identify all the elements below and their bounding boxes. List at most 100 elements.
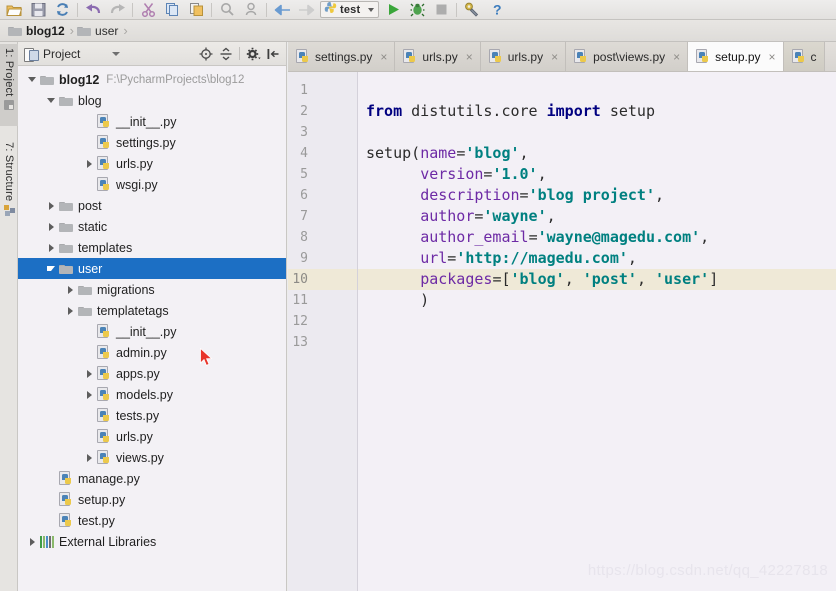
chevron-right-icon[interactable] [43, 222, 59, 231]
chevron-right-icon[interactable] [81, 159, 97, 168]
tool-window-label: 7: Structure [3, 142, 15, 202]
close-icon[interactable]: × [466, 50, 473, 64]
chevron-right-icon[interactable] [81, 369, 97, 378]
debug-button[interactable] [405, 0, 429, 19]
code-line[interactable]: description='blog project', [358, 185, 836, 206]
chevron-right-icon[interactable] [81, 453, 97, 462]
run-button[interactable] [381, 0, 405, 19]
tree-item[interactable]: models.py [18, 384, 286, 405]
code-content[interactable]: from distutils.core import setup setup(n… [358, 72, 836, 591]
gear-icon[interactable] [244, 45, 262, 63]
paste-icon[interactable] [184, 0, 208, 19]
tree-item[interactable]: urls.py [18, 426, 286, 447]
tree-item[interactable]: user [18, 258, 286, 279]
chevron-down-icon[interactable] [24, 77, 40, 82]
locate-target-icon[interactable] [197, 45, 215, 63]
code-line[interactable]: packages=['blog', 'post', 'user'] [358, 269, 836, 290]
tree-item[interactable]: __init__.py [18, 111, 286, 132]
code-line[interactable]: author_email='wayne@magedu.com', [358, 227, 836, 248]
tree-item[interactable]: manage.py [18, 468, 286, 489]
tool-window-button-project[interactable]: 1: Project [0, 44, 18, 126]
tree-item[interactable]: settings.py [18, 132, 286, 153]
python-file-icon [97, 345, 111, 360]
tree-item[interactable]: setup.py [18, 489, 286, 510]
tree-item[interactable]: templatetags [18, 300, 286, 321]
folder-icon [8, 25, 22, 36]
editor-tab[interactable]: post\views.py × [566, 42, 689, 71]
tree-item[interactable]: urls.py [18, 153, 286, 174]
editor-tab[interactable]: setup.py × [688, 42, 784, 71]
copy-icon[interactable] [160, 0, 184, 19]
tree-item[interactable]: tests.py [18, 405, 286, 426]
editor-tab-bar[interactable]: settings.py × urls.py × urls.py × post\views.p… [288, 42, 836, 72]
chevron-right-icon[interactable] [62, 285, 78, 294]
close-icon[interactable]: × [551, 50, 558, 64]
tree-item[interactable]: admin.py [18, 342, 286, 363]
code-line[interactable]: from distutils.core import setup [358, 101, 836, 122]
save-icon[interactable] [26, 0, 50, 19]
python-file-icon [791, 49, 806, 64]
code-line[interactable] [358, 122, 836, 143]
tree-item[interactable]: post [18, 195, 286, 216]
chevron-right-icon[interactable] [62, 306, 78, 315]
line-number: 7 [300, 209, 308, 224]
tree-item[interactable]: templates [18, 237, 286, 258]
tree-item[interactable]: External Libraries [18, 531, 286, 552]
editor-tab[interactable]: urls.py × [480, 42, 567, 71]
python-file-icon [97, 114, 111, 129]
chevron-right-icon[interactable] [81, 390, 97, 399]
code-line[interactable]: url='http://magedu.com', [358, 248, 836, 269]
find-usages-icon[interactable] [239, 0, 263, 19]
breadcrumb-item-user[interactable]: user [77, 20, 118, 42]
redo-icon[interactable] [105, 0, 129, 19]
close-icon[interactable]: × [673, 50, 680, 64]
tree-item[interactable]: wsgi.py [18, 174, 286, 195]
close-icon[interactable]: × [380, 50, 387, 64]
tree-item[interactable]: apps.py [18, 363, 286, 384]
tree-item[interactable]: migrations [18, 279, 286, 300]
chevron-down-icon[interactable] [43, 266, 59, 271]
chevron-right-icon[interactable] [24, 537, 40, 546]
code-line[interactable]: setup(name='blog', [358, 143, 836, 164]
editor-tab[interactable]: settings.py × [288, 42, 396, 71]
close-icon[interactable]: × [769, 50, 776, 64]
tree-item[interactable]: test.py [18, 510, 286, 531]
settings-wrench-icon[interactable] [460, 0, 484, 19]
code-line[interactable] [358, 311, 836, 332]
code-line[interactable]: ) [358, 290, 836, 311]
forward-icon[interactable] [294, 0, 318, 19]
code-line[interactable] [358, 80, 836, 101]
cut-icon[interactable] [136, 0, 160, 19]
open-folder-icon[interactable] [2, 0, 26, 19]
project-file-tree[interactable]: blog12 F:\PycharmProjects\blog12 blog __ini… [18, 66, 286, 552]
undo-icon[interactable] [81, 0, 105, 19]
help-button[interactable]: ? [484, 0, 508, 19]
chevron-down-icon[interactable] [43, 98, 59, 103]
code-editor[interactable]: 1 2 3 4 5 6 7 8 9 10 11 12 13 from distutils.core im… [288, 72, 836, 591]
tree-item[interactable]: blog12 F:\PycharmProjects\blog12 [18, 69, 286, 90]
chevron-right-icon[interactable] [43, 201, 59, 210]
hide-panel-icon[interactable] [264, 45, 282, 63]
code-line[interactable]: version='1.0', [358, 164, 836, 185]
stop-button[interactable] [429, 0, 453, 19]
run-configuration-selector[interactable]: test [320, 1, 380, 18]
editor-tab[interactable]: c [783, 42, 825, 71]
chevron-down-icon[interactable] [112, 51, 121, 56]
tree-item[interactable]: views.py [18, 447, 286, 468]
tool-window-button-structure[interactable]: 7: Structure [0, 138, 18, 230]
code-line[interactable]: author='wayne', [358, 206, 836, 227]
tree-item[interactable]: __init__.py [18, 321, 286, 342]
search-icon[interactable] [215, 0, 239, 19]
tree-item[interactable]: static [18, 216, 286, 237]
back-icon[interactable] [270, 0, 294, 19]
chevron-right-icon[interactable] [43, 243, 59, 252]
sync-icon[interactable] [50, 0, 74, 19]
chevron-down-icon[interactable] [368, 7, 375, 12]
collapse-all-icon[interactable] [217, 45, 235, 63]
code-token-param: url [420, 249, 448, 267]
editor-tab[interactable]: urls.py × [395, 42, 481, 71]
tree-item[interactable]: blog [18, 90, 286, 111]
breadcrumb-item-blog12[interactable]: blog12 [8, 20, 65, 42]
code-line[interactable] [358, 332, 836, 353]
